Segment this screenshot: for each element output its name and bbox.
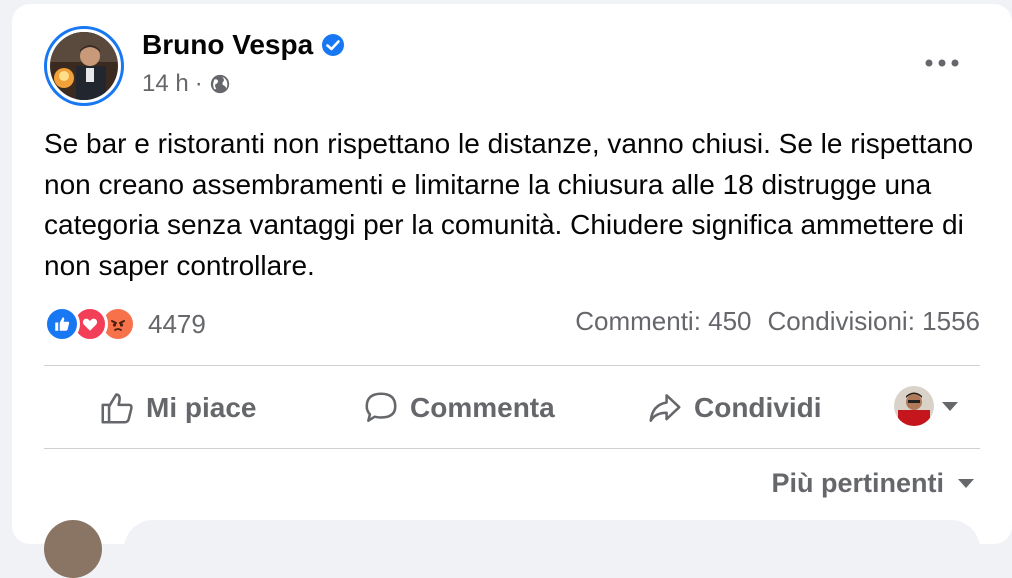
reaction-count: 4479 — [148, 308, 206, 339]
post-meta: 14 h · — [142, 70, 231, 98]
post-text: Se bar e ristoranti non rispettano le di… — [44, 128, 974, 281]
like-label: Mi piace — [146, 392, 257, 423]
divider-top — [44, 365, 980, 366]
sort-label: Più pertinenti — [771, 468, 944, 498]
divider-bottom — [44, 448, 980, 449]
post-time[interactable]: 14 h — [142, 70, 189, 98]
share-button[interactable]: Condividi — [646, 386, 822, 430]
more-dots-icon — [925, 59, 959, 67]
reactions-summary[interactable]: 4479 — [44, 304, 206, 344]
comment-label: Commenta — [410, 392, 555, 423]
current-user-avatar — [894, 386, 934, 426]
more-options-button[interactable] — [922, 48, 962, 78]
commenter-avatar — [44, 520, 102, 578]
author-name-row: Bruno Vespa — [142, 29, 345, 61]
sort-chevron-down-icon — [958, 479, 974, 488]
comment-bubble-icon — [365, 392, 397, 422]
meta-separator: · — [194, 70, 203, 97]
like-icon — [44, 306, 80, 342]
verified-badge-icon — [322, 34, 345, 56]
share-arrow-icon — [649, 394, 681, 422]
globe-icon — [210, 74, 229, 94]
post-as-selector[interactable] — [894, 386, 958, 426]
post-stats: Commenti: 450 Condivisioni: 1556 — [575, 306, 980, 337]
comment-input[interactable] — [124, 520, 980, 578]
share-label: Condividi — [694, 392, 822, 423]
comment-count[interactable]: Commenti: 450 — [575, 306, 751, 337]
like-button[interactable]: Mi piace — [98, 386, 256, 430]
share-count[interactable]: Condivisioni: 1556 — [768, 306, 980, 337]
comment-sort-selector[interactable]: Più pertinenti — [771, 468, 974, 499]
author-photo — [50, 32, 118, 100]
author-name[interactable]: Bruno Vespa — [142, 29, 313, 61]
thumbs-up-icon — [101, 393, 133, 424]
chevron-down-icon — [942, 401, 958, 411]
comment-button[interactable]: Commenta — [362, 386, 555, 430]
author-avatar[interactable] — [44, 26, 124, 106]
